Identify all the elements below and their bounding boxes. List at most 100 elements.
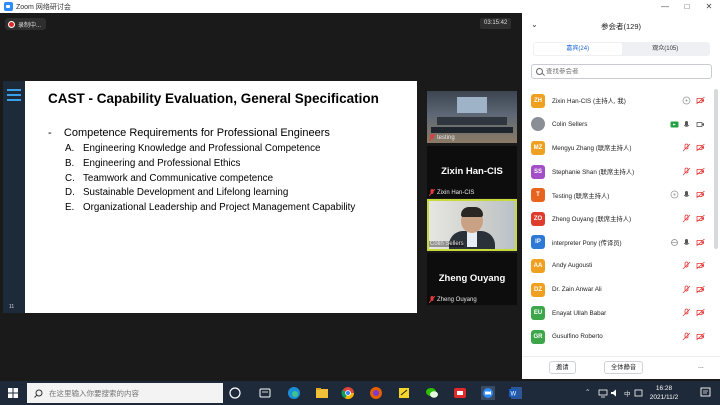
notes-app-icon[interactable] (397, 386, 411, 400)
participant-row[interactable]: GR Gusulfino Roberto (522, 325, 712, 349)
recording-label: 录制中... (18, 22, 42, 29)
avatar: DZ (531, 282, 545, 297)
participant-name: Testing (联席主持人) (552, 192, 610, 200)
participant-name: Andy Augousti (552, 262, 593, 270)
video-tile-zheng[interactable]: Zheng Ouyang Zheng Ouyang (427, 253, 517, 305)
video-off-icon (696, 214, 705, 223)
video-tile-zixin[interactable]: Zixin Han-CIS Zixin Han-CIS (427, 146, 517, 198)
avatar: ZO (531, 211, 545, 226)
mic-muted-icon (682, 285, 691, 294)
video-tile-colin[interactable]: Colin Sellers (427, 199, 517, 251)
taskbar-app-icon[interactable] (258, 386, 272, 400)
more-button[interactable]: ... (698, 363, 704, 370)
chevron-down-icon[interactable]: ⌄ (531, 20, 538, 29)
tile-big-name: Zheng Ouyang (438, 273, 506, 284)
mute-all-button[interactable]: 全体静音 (604, 361, 644, 374)
video-off-icon (696, 309, 705, 317)
slide-item: E. Organizational Leadership and Project … (65, 202, 356, 214)
mic-muted-icon (682, 332, 691, 341)
record-icon (8, 20, 15, 28)
video-tile-testing[interactable]: testing (427, 91, 517, 143)
slide-item: D. Sustainable Development and Lifelong l… (65, 187, 289, 199)
network-icon[interactable] (598, 388, 608, 398)
video-off-icon (696, 238, 705, 246)
avatar: IP (531, 235, 545, 250)
clock-date: 2021/11/2 (649, 394, 679, 401)
minimize-button[interactable]: — (654, 0, 676, 13)
participant-row[interactable]: Colin Sellers (522, 113, 712, 137)
taskbar-search[interactable] (27, 383, 223, 403)
participant-search-input[interactable] (546, 68, 696, 75)
meeting-timer: 03:15:42 (480, 18, 512, 29)
recording-indicator[interactable]: 录制中... (5, 18, 47, 30)
participant-row[interactable]: MZ Mengyu Zhang (联席主持人) (522, 136, 712, 160)
wechat-icon[interactable] (425, 386, 439, 400)
participant-row[interactable]: IP interpreter Pony (传译员) (522, 231, 712, 255)
slide-item: C. Teamwork and Communicative competence (65, 172, 274, 184)
close-button[interactable]: ✕ (698, 0, 720, 13)
panel-footer: 邀请 全体静音 ... (522, 356, 720, 378)
tab-panelists[interactable]: 嘉宾(24) (534, 43, 622, 55)
taskbar-clock[interactable]: 16:28 2021/11/2 (642, 384, 686, 402)
panel-title: 参会者(129) (600, 21, 641, 31)
participant-row[interactable]: ZO Zheng Ouyang (联席主持人) (522, 207, 712, 231)
slide-title: CAST - Capability Evaluation, General Sp… (48, 91, 379, 106)
participant-name: Dr. Zain Anwar Ali (552, 286, 602, 294)
tile-name: Zheng Ouyang (437, 297, 477, 303)
panel-tab-switch: 嘉宾(24) 观众(105) (533, 42, 710, 56)
participant-row[interactable]: EU Enayat Ullah Babar (522, 301, 712, 325)
avatar: SS (531, 164, 545, 179)
meeting-stage: 录制中... 03:15:42 11 CAST - Capability Eva… (0, 13, 522, 358)
file-explorer-icon[interactable] (315, 386, 329, 400)
avatar: ZH (531, 93, 545, 108)
tab-attendees[interactable]: 观众(105) (622, 43, 710, 55)
video-off-icon (696, 285, 705, 294)
tile-name: Zixin Han-CIS (437, 190, 475, 196)
slide-item-list: A. Engineering Knowledge and Professional… (65, 143, 355, 217)
avatar: AA (531, 258, 545, 273)
participant-row[interactable]: AA Andy Augousti (522, 254, 712, 278)
zoom-app-icon (4, 2, 13, 11)
mic-muted-icon (682, 167, 691, 176)
maximize-button[interactable]: □ (676, 0, 698, 13)
video-off-icon (696, 191, 705, 199)
tile-big-name: Zixin Han-CIS (441, 166, 503, 177)
slide-item: B. Engineering and Professional Ethics (65, 157, 241, 169)
slide-item: A. Engineering Knowledge and Professional… (65, 143, 321, 154)
taskbar-search-input[interactable] (49, 388, 209, 398)
panel-header: ⌄ 参会者(129) (522, 13, 720, 39)
participant-row[interactable]: SS Stephanie Shan (联席主持人) (522, 160, 712, 184)
search-icon (34, 389, 43, 398)
slide-main-bullet: - Competence Requirements for Profession… (48, 127, 330, 139)
input-language-indicator[interactable]: 中 (624, 388, 631, 398)
participant-row[interactable]: T Testing (联席主持人) (522, 183, 712, 207)
tile-name: Colin Sellers (429, 241, 464, 247)
more-options-icon[interactable] (670, 190, 679, 199)
participant-row[interactable]: ZH Zixin Han-CIS (主持人, 我) (522, 89, 712, 113)
share-screen-icon (670, 121, 679, 128)
avatar (531, 117, 545, 132)
avatar: EU (531, 306, 545, 321)
participant-row[interactable]: M M (522, 349, 712, 352)
volume-icon[interactable] (610, 388, 620, 398)
mic-muted-icon (682, 261, 691, 270)
invite-button[interactable]: 邀请 (549, 361, 576, 374)
participant-row[interactable]: DZ Dr. Zain Anwar Ali (522, 278, 712, 302)
more-options-icon[interactable] (682, 96, 691, 105)
red-app-icon[interactable] (453, 386, 467, 400)
firefox-icon[interactable] (369, 386, 383, 400)
participant-search[interactable] (531, 64, 712, 79)
task-view-icon[interactable] (228, 386, 242, 400)
participants-panel: ⌄ 参会者(129) 嘉宾(24) 观众(105) ZH Zixin Han-C… (522, 13, 720, 379)
mic-on-icon (683, 191, 690, 198)
notifications-icon[interactable] (700, 387, 711, 398)
video-on-icon (696, 121, 704, 127)
participant-name: Zheng Ouyang (联席主持人) (552, 216, 632, 224)
windows-start-icon[interactable] (8, 388, 18, 398)
tray-chevron-icon[interactable]: ⌃ (585, 388, 590, 396)
chrome-icon[interactable] (341, 386, 355, 400)
participant-list-scrollbar[interactable] (714, 89, 718, 249)
zoom-taskbar-icon[interactable] (481, 386, 495, 400)
edge-icon[interactable] (287, 386, 301, 400)
word-icon[interactable]: W (509, 386, 523, 400)
